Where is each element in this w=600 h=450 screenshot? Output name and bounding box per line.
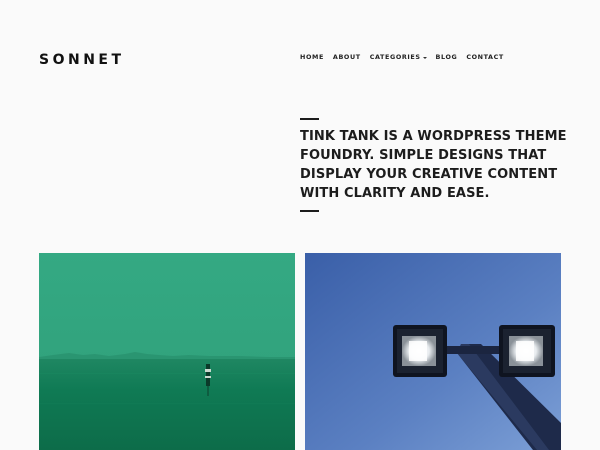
street-lamp-image	[305, 253, 561, 450]
headline-top-rule	[300, 118, 319, 120]
site-logo[interactable]: SONNET	[39, 51, 125, 69]
post-card-lamp[interactable]	[305, 253, 561, 450]
sea-buoy-image	[39, 253, 295, 450]
nav-item-contact[interactable]: CONTACT	[466, 52, 504, 62]
caret-down-icon	[422, 56, 427, 59]
nav-item-categories[interactable]: CATEGORIES	[370, 52, 427, 62]
main-nav: HOME ABOUT CATEGORIES BLOG CONTACT	[300, 52, 504, 62]
post-card-sea[interactable]	[39, 253, 295, 450]
intro-headline: TINK TANK IS A WORDPRESS THEME FOUNDRY. …	[300, 129, 567, 201]
nav-item-blog[interactable]: BLOG	[436, 52, 458, 62]
page: SONNET HOME ABOUT CATEGORIES BLOG CONTAC…	[0, 0, 600, 450]
nav-item-categories-label: CATEGORIES	[369, 53, 421, 61]
headline-bottom-rule	[300, 210, 319, 212]
nav-item-home[interactable]: HOME	[300, 52, 324, 62]
lamp-left-icon	[393, 325, 447, 377]
lamp-right-icon	[499, 325, 555, 377]
nav-item-about[interactable]: ABOUT	[333, 52, 361, 62]
